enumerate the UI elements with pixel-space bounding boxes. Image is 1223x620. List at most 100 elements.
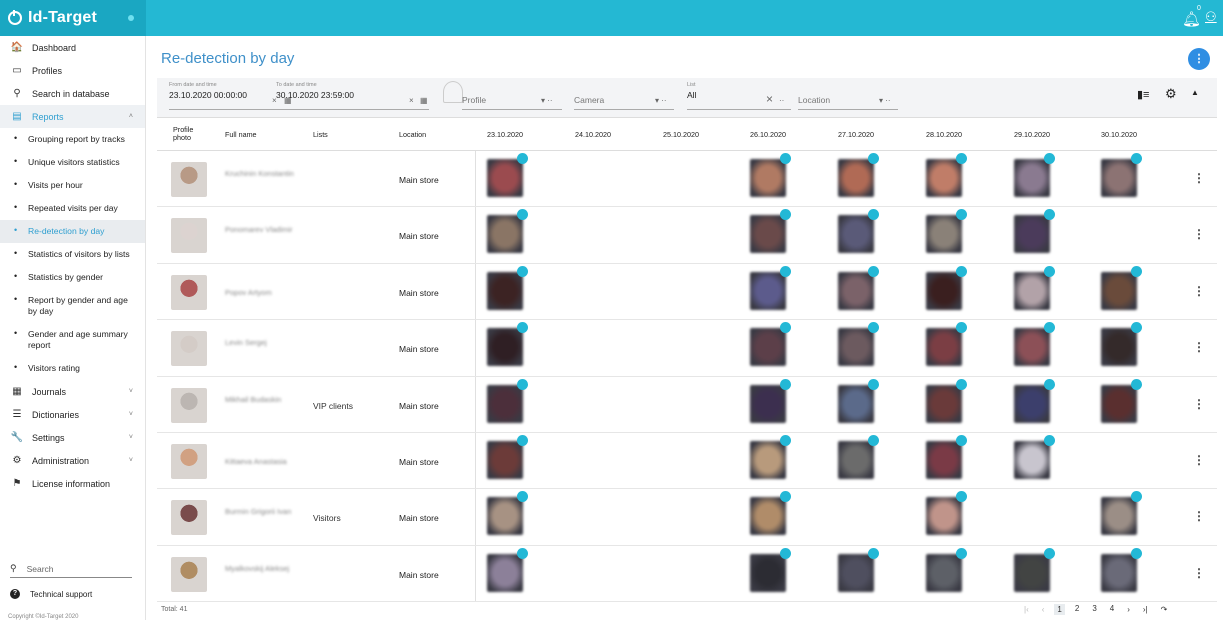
detection-thumbnail[interactable] xyxy=(926,384,962,423)
detection-thumbnail[interactable] xyxy=(1014,215,1050,254)
sidebar-item-profiles[interactable]: ▭ Profiles xyxy=(0,59,145,82)
row-menu-icon[interactable]: ⋮ xyxy=(1193,397,1205,411)
collapse-filters-icon[interactable]: ▲ xyxy=(1191,88,1199,97)
report-item-unique-visitors-statistics[interactable]: Unique visitors statistics xyxy=(0,151,145,174)
detection-thumbnail[interactable] xyxy=(1101,271,1137,310)
report-item-re-detection-by-day[interactable]: Re-detection by day xyxy=(0,220,145,243)
full-name[interactable]: Myalkovskij Aleksej xyxy=(225,564,295,574)
detection-thumbnail[interactable] xyxy=(926,328,962,367)
sidebar-item-reports[interactable]: ▤ Reports ˄ xyxy=(0,105,145,128)
full-name[interactable]: Ponomarev Vladimir xyxy=(225,225,295,235)
detection-thumbnail[interactable] xyxy=(750,271,786,310)
table-row[interactable]: Myalkovskij Aleksej Main store ⋮ xyxy=(157,545,1217,603)
report-item-visitors-rating[interactable]: Visitors rating xyxy=(0,357,145,380)
detection-thumbnail[interactable] xyxy=(750,384,786,423)
detection-thumbnail[interactable] xyxy=(750,159,786,197)
refresh-icon[interactable]: ↷ xyxy=(1161,605,1168,614)
detection-thumbnail[interactable] xyxy=(487,328,523,367)
detection-thumbnail[interactable] xyxy=(926,553,962,592)
detection-thumbnail[interactable] xyxy=(487,159,523,197)
settings-gear-icon[interactable]: ⚙ xyxy=(1165,86,1177,102)
page-number[interactable]: 3 xyxy=(1092,604,1096,615)
detection-thumbnail[interactable] xyxy=(1014,159,1050,197)
detection-thumbnail[interactable] xyxy=(1101,384,1137,423)
user-icon[interactable]: ⚇ xyxy=(1205,9,1217,25)
detection-thumbnail[interactable] xyxy=(1101,497,1137,536)
export-icon[interactable]: ▮≡ xyxy=(1137,88,1149,101)
detection-thumbnail[interactable] xyxy=(1101,159,1137,197)
row-menu-icon[interactable]: ⋮ xyxy=(1193,171,1205,185)
report-item-report-by-gender-and-age-by-day[interactable]: Report by gender and age by day xyxy=(0,289,145,323)
detection-thumbnail[interactable] xyxy=(838,328,874,367)
next-page-icon[interactable]: › xyxy=(1127,605,1130,614)
detection-thumbnail[interactable] xyxy=(487,271,523,310)
prev-page-icon[interactable]: ‹ xyxy=(1042,605,1045,614)
page-number[interactable]: 4 xyxy=(1110,604,1114,615)
profile-select[interactable]: Profile xyxy=(462,95,486,105)
full-name[interactable]: Burmin Grigorii Ivan xyxy=(225,507,295,517)
full-name[interactable]: Levin Sergej xyxy=(225,338,295,348)
detection-thumbnail[interactable] xyxy=(838,215,874,254)
location-select[interactable]: Location xyxy=(798,95,830,105)
profile-dropdown-icon[interactable]: ▾ ·· xyxy=(541,96,553,105)
detection-thumbnail[interactable] xyxy=(926,497,962,536)
col-location[interactable]: Location xyxy=(399,130,426,139)
detection-thumbnail[interactable] xyxy=(838,159,874,197)
camera-select[interactable]: Camera xyxy=(574,95,604,105)
clear-to-date-icon[interactable]: × xyxy=(409,96,414,105)
detection-thumbnail[interactable] xyxy=(926,215,962,254)
profile-photo[interactable] xyxy=(171,274,207,310)
page-number[interactable]: 1 xyxy=(1054,604,1065,615)
report-item-gender-and-age-summary-report[interactable]: Gender and age summary report xyxy=(0,323,145,357)
table-row[interactable]: Popov Artyom Main store ⋮ xyxy=(157,263,1217,321)
list-dropdown-icon[interactable]: ·· xyxy=(779,96,784,105)
detection-thumbnail[interactable] xyxy=(1014,271,1050,310)
sidebar-item-administration[interactable]: ⚙ Administration ˅ xyxy=(0,449,145,472)
detection-thumbnail[interactable] xyxy=(750,497,786,536)
detection-thumbnail[interactable] xyxy=(750,440,786,479)
profile-photo[interactable] xyxy=(171,162,207,197)
to-date-field[interactable]: To date and time 30.10.2020 23:59:00 xyxy=(276,82,354,100)
sidebar-search[interactable]: ⚲ Search xyxy=(10,560,132,578)
list-field[interactable]: List All xyxy=(687,82,696,100)
clear-list-icon[interactable]: × xyxy=(766,92,773,106)
detection-thumbnail[interactable] xyxy=(1014,328,1050,367)
full-name[interactable]: Mikhail Budaskin xyxy=(225,395,295,405)
detection-thumbnail[interactable] xyxy=(487,553,523,592)
detection-thumbnail[interactable] xyxy=(1014,553,1050,592)
report-item-visits-per-hour[interactable]: Visits per hour xyxy=(0,174,145,197)
detection-thumbnail[interactable] xyxy=(487,440,523,479)
location-dropdown-icon[interactable]: ▾ ·· xyxy=(879,96,891,105)
profile-photo[interactable] xyxy=(171,331,207,367)
table-row[interactable]: Levin Sergej Main store ⋮ xyxy=(157,320,1217,377)
detection-thumbnail[interactable] xyxy=(487,497,523,536)
table-row[interactable]: Kittaeva Anastasia Main store ⋮ xyxy=(157,432,1217,490)
bell-icon[interactable]: 🔔︎ xyxy=(1182,10,1201,28)
detection-thumbnail[interactable] xyxy=(750,553,786,592)
sidebar-item-journals[interactable]: ▦ Journals ˅ xyxy=(0,380,145,403)
full-name[interactable]: Popov Artyom xyxy=(225,288,295,298)
detection-thumbnail[interactable] xyxy=(750,215,786,254)
calendar-icon[interactable]: ▦ xyxy=(420,96,428,105)
row-menu-icon[interactable]: ⋮ xyxy=(1193,227,1205,241)
report-item-statistics-of-visitors-by-lists[interactable]: Statistics of visitors by lists xyxy=(0,243,145,266)
detection-thumbnail[interactable] xyxy=(838,384,874,423)
profile-photo[interactable] xyxy=(171,218,207,254)
sidebar-item-dictionaries[interactable]: ☰ Dictionaries ˅ xyxy=(0,403,145,426)
profile-photo[interactable] xyxy=(171,556,207,592)
detection-thumbnail[interactable] xyxy=(1101,553,1137,592)
detection-thumbnail[interactable] xyxy=(487,215,523,254)
detection-thumbnail[interactable] xyxy=(838,440,874,479)
sidebar-item-dashboard[interactable]: 🏠 Dashboard xyxy=(0,36,145,59)
table-row[interactable]: Mikhail Budaskin VIP clients Main store ⋮ xyxy=(157,376,1217,433)
row-menu-icon[interactable]: ⋮ xyxy=(1193,284,1205,298)
sidebar-item-license-information[interactable]: ⚑ License information xyxy=(0,472,145,495)
from-date-field[interactable]: From date and time 23.10.2020 00:00:00 xyxy=(169,82,247,100)
detection-thumbnail[interactable] xyxy=(1101,328,1137,367)
report-item-grouping-report-by-tracks[interactable]: Grouping report by tracks xyxy=(0,128,145,151)
detection-thumbnail[interactable] xyxy=(926,159,962,197)
detection-thumbnail[interactable] xyxy=(750,328,786,367)
last-page-icon[interactable]: ›| xyxy=(1143,605,1148,614)
detection-thumbnail[interactable] xyxy=(1014,384,1050,423)
table-row[interactable]: Kruchinin Konstantin Main store ⋮ xyxy=(157,151,1217,208)
